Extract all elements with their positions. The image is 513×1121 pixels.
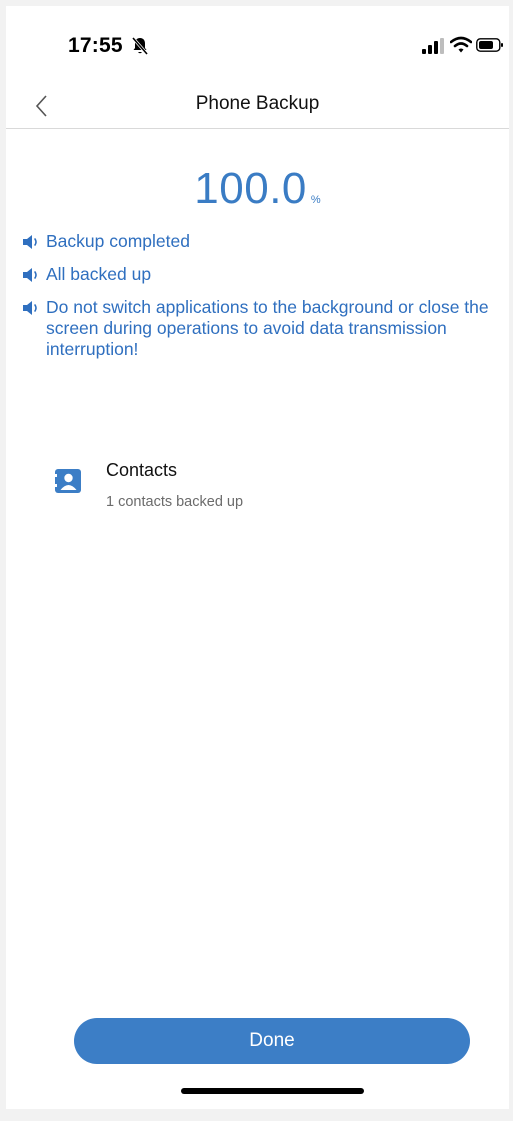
progress-unit: % xyxy=(310,194,321,206)
done-button[interactable]: Done xyxy=(74,1018,470,1064)
battery-icon xyxy=(476,38,503,52)
speaker-icon xyxy=(23,235,37,249)
signal-icon xyxy=(422,38,444,54)
speaker-icon xyxy=(23,301,37,315)
status-bar: 17:55 xyxy=(6,6,509,84)
home-indicator xyxy=(181,1088,364,1094)
item-title: Contacts xyxy=(106,460,178,480)
status-messages: Backup completed All backed up Do not sw… xyxy=(6,231,509,372)
status-time: 17:55 xyxy=(68,34,123,57)
phone-backup-screen: 17:55 Phone Backup 100.0 % Backup comple… xyxy=(6,6,509,1109)
status-message: All backed up xyxy=(6,264,509,285)
progress-value: 100.0 xyxy=(194,164,307,213)
bell-slash-icon xyxy=(131,37,149,55)
nav-bar: Phone Backup xyxy=(6,84,509,129)
status-message-text: Do not switch applications to the backgr… xyxy=(46,297,489,359)
speaker-icon xyxy=(23,268,37,282)
progress-readout: 100.0% xyxy=(6,164,509,214)
wifi-icon xyxy=(450,36,472,53)
page-title: Phone Backup xyxy=(195,93,320,114)
status-message-text: All backed up xyxy=(46,264,152,284)
contact-card-icon xyxy=(54,469,81,493)
status-message: Do not switch applications to the backgr… xyxy=(6,297,509,360)
list-item-contacts: Contacts 1 contacts backed up xyxy=(6,456,509,526)
status-message-text: Backup completed xyxy=(46,231,190,251)
item-subtitle: 1 contacts backed up xyxy=(106,494,244,510)
status-message: Backup completed xyxy=(6,231,509,252)
